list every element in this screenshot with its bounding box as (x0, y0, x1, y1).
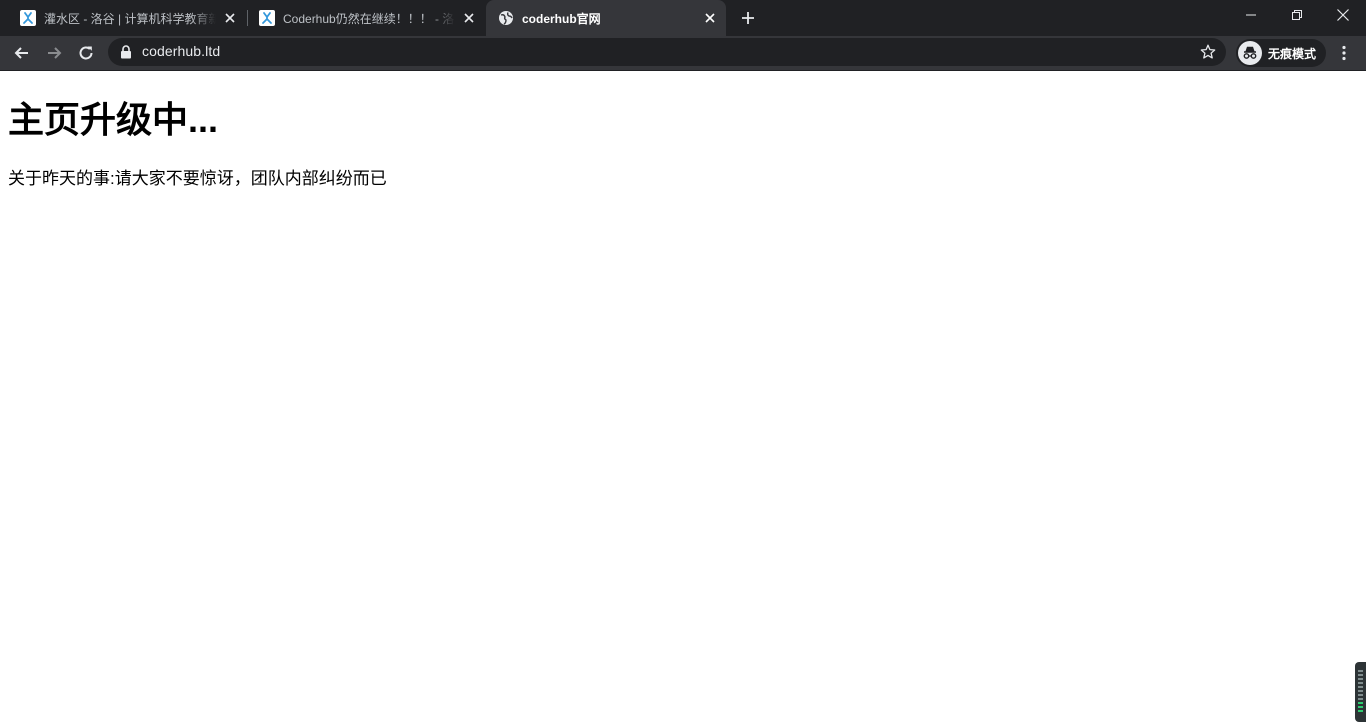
browser-toolbar: coderhub.ltd 无痕模式 (0, 36, 1366, 71)
tab-luogu-water-area[interactable]: 灌水区 - 洛谷 | 计算机科学教育新 (8, 0, 246, 36)
plus-icon (742, 12, 754, 24)
handle-grip-line (1358, 670, 1363, 672)
arrow-right-icon (48, 47, 62, 59)
handle-grip-line (1358, 674, 1363, 676)
more-vertical-icon (1342, 45, 1346, 61)
forward-button[interactable] (40, 39, 68, 67)
minimize-icon (1246, 14, 1256, 16)
incognito-icon (1238, 41, 1262, 65)
luogu-icon (20, 10, 36, 26)
handle-grip-line (1358, 698, 1363, 700)
restore-button[interactable] (1274, 0, 1320, 30)
back-button[interactable] (8, 39, 36, 67)
globe-icon (498, 10, 514, 26)
tab-coderhub-continue[interactable]: Coderhub仍然在继续！！！ - 洛 (247, 0, 485, 36)
reload-icon (79, 46, 93, 60)
tab-strip: 灌水区 - 洛谷 | 计算机科学教育新 Coderhub仍然在继续！！！ - 洛 (0, 0, 1366, 36)
page-title: 主页升级中... (8, 99, 219, 140)
reload-button[interactable] (72, 39, 100, 67)
incognito-indicator[interactable]: 无痕模式 (1236, 39, 1327, 67)
handle-grip-line (1358, 690, 1363, 692)
handle-grip-line (1358, 702, 1363, 704)
restore-icon (1292, 10, 1302, 20)
handle-grip-line (1358, 710, 1363, 712)
handle-grip-line (1358, 686, 1363, 688)
handle-grip-line (1358, 678, 1363, 680)
page-content: 主页升级中... 关于昨天的事:请大家不要惊讶，团队内部纠纷而已 (0, 72, 1366, 727)
page-paragraph: 关于昨天的事:请大家不要惊讶，团队内部纠纷而已 (8, 169, 387, 188)
new-tab-button[interactable] (736, 6, 760, 30)
tab-title: coderhub官网 (522, 11, 601, 26)
luogu-icon (259, 10, 275, 26)
bookmark-star-icon[interactable] (1200, 44, 1216, 60)
url-text: coderhub.ltd (142, 43, 221, 59)
browser-menu-button[interactable] (1332, 39, 1356, 67)
handle-grip-line (1358, 682, 1363, 684)
tab-coderhub-official[interactable]: coderhub官网 (486, 0, 726, 36)
side-widget-handle[interactable] (1355, 662, 1366, 722)
close-icon[interactable] (459, 8, 479, 28)
close-window-button[interactable] (1320, 0, 1366, 30)
handle-grip-line (1358, 694, 1363, 696)
close-icon[interactable] (700, 8, 720, 28)
handle-grip-line (1358, 706, 1363, 708)
close-icon (1337, 9, 1349, 21)
arrow-left-icon (14, 47, 28, 59)
lock-icon (121, 45, 131, 59)
minimize-button[interactable] (1228, 0, 1274, 30)
tab-title: Coderhub仍然在继续！！！ - 洛 (283, 11, 455, 26)
close-icon[interactable] (220, 8, 240, 28)
incognito-label: 无痕模式 (1268, 46, 1317, 61)
address-bar[interactable]: coderhub.ltd (108, 38, 1226, 66)
tab-title: 灌水区 - 洛谷 | 计算机科学教育新 (44, 11, 216, 26)
